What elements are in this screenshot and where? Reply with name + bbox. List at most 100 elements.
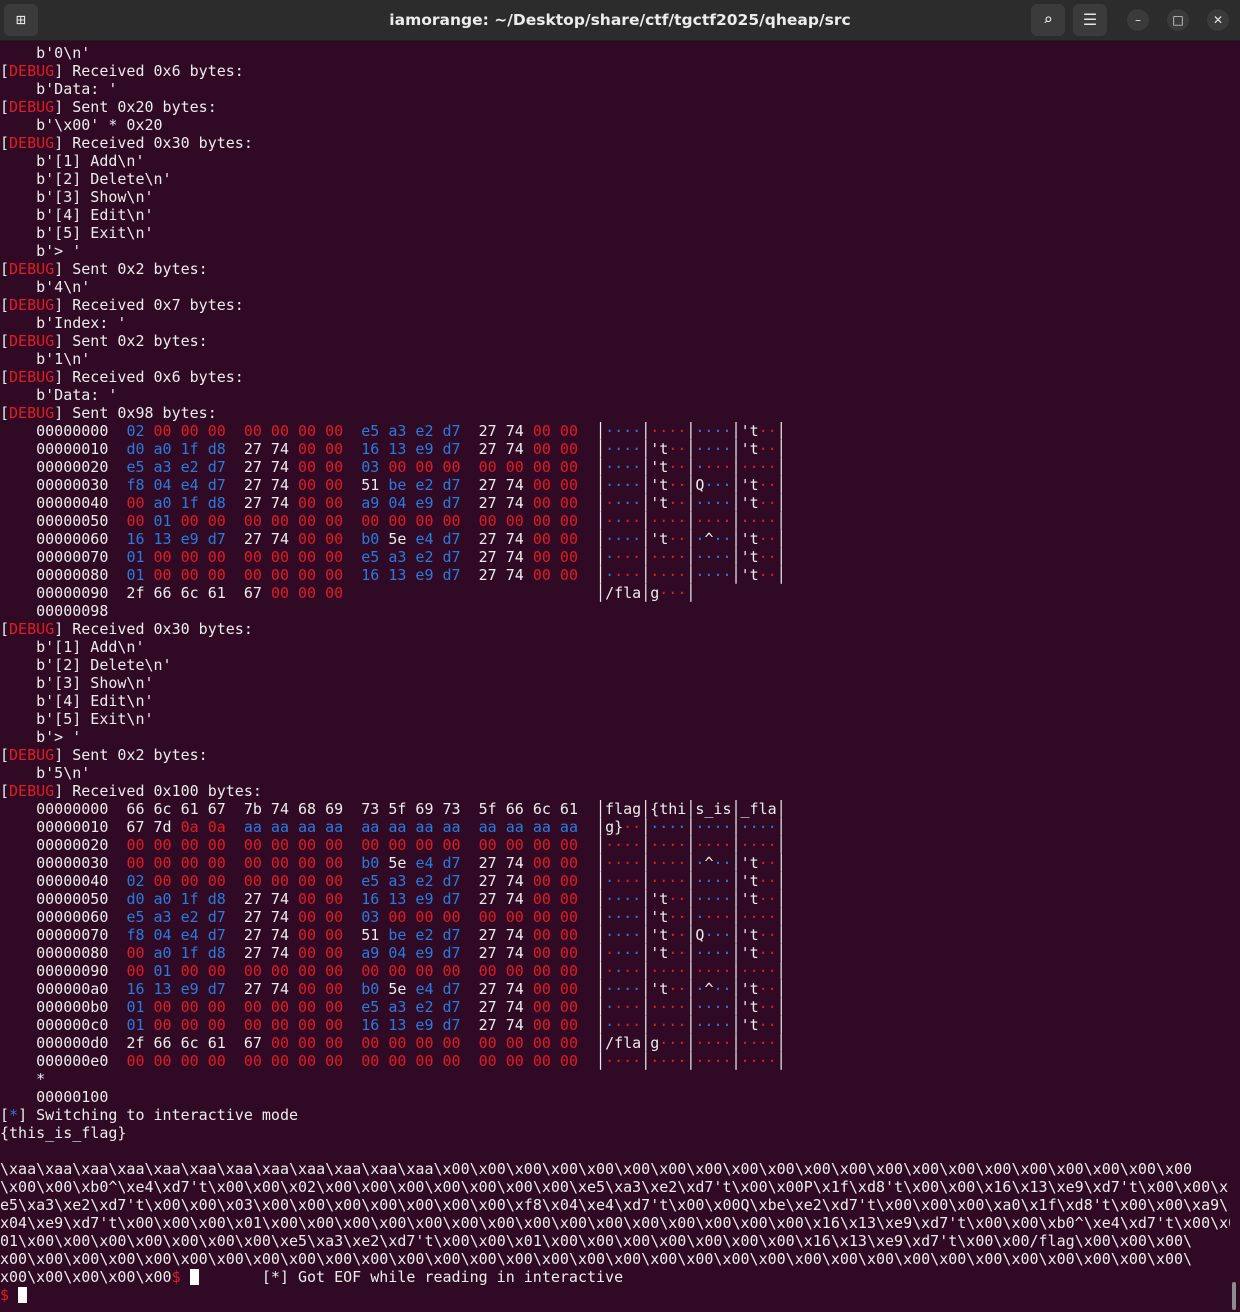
terminal-text: 01 bbox=[126, 998, 154, 1016]
terminal-text: e5 a3 e2 d7 bbox=[126, 908, 244, 926]
terminal-text: ···· bbox=[650, 962, 687, 980]
terminal-text: 00000040 bbox=[0, 494, 127, 512]
terminal-text: 27 74 bbox=[478, 530, 533, 548]
terminal-line: 00000080 01 00 00 00 00 00 00 00 16 13 e… bbox=[0, 566, 1230, 584]
terminal-text: 00 00 bbox=[532, 854, 578, 872]
terminal-line: b'[3] Show\n' bbox=[0, 188, 1230, 206]
terminal-line: b'1\n' bbox=[0, 350, 1230, 368]
terminal-line: b'[2] Delete\n' bbox=[0, 656, 1230, 674]
terminal-text: │ bbox=[641, 494, 651, 512]
terminal-text: │ bbox=[641, 998, 651, 1016]
terminal-line: [*] Switching to interactive mode bbox=[0, 1106, 1230, 1124]
terminal-text: · bbox=[605, 548, 615, 566]
terminal-text: · bbox=[605, 494, 615, 512]
minimize-icon[interactable]: – bbox=[1127, 9, 1149, 31]
terminal-line: 000000c0 01 00 00 00 00 00 00 00 16 13 e… bbox=[0, 1016, 1230, 1034]
scrollbar-thumb[interactable] bbox=[1232, 1282, 1236, 1310]
terminal-text: ·· bbox=[668, 980, 687, 998]
terminal-text: │ bbox=[578, 530, 606, 548]
terminal-text: 51 bbox=[361, 476, 389, 494]
terminal-line: b'[1] Add\n' bbox=[0, 638, 1230, 656]
terminal-text: ···· bbox=[695, 836, 732, 854]
terminal-text: ·· bbox=[668, 944, 687, 962]
terminal-text: 00 00 bbox=[532, 566, 578, 584]
terminal-line: 000000a0 16 13 e9 d7 27 74 00 00 b0 5e e… bbox=[0, 980, 1230, 998]
terminal-text: │ bbox=[641, 1016, 651, 1034]
terminal-text: 27 74 bbox=[478, 998, 533, 1016]
terminal-text: · bbox=[605, 512, 615, 530]
terminal-text: 't bbox=[740, 944, 759, 962]
terminal-text: ··· bbox=[614, 872, 642, 890]
terminal-text: │ bbox=[776, 890, 786, 908]
terminal-text: DEBUG bbox=[9, 134, 55, 152]
terminal-text: 27 74 bbox=[478, 1016, 533, 1034]
terminal-line: b'[5] Exit\n' bbox=[0, 710, 1230, 728]
terminal-text: │ bbox=[776, 440, 786, 458]
terminal-text: │ bbox=[641, 854, 651, 872]
maximize-icon[interactable]: □ bbox=[1167, 9, 1189, 31]
terminal-text: │ bbox=[641, 926, 651, 944]
terminal-text: DEBUG bbox=[9, 782, 55, 800]
terminal-text: 00 00 bbox=[298, 926, 362, 944]
terminal-text: ] Received 0x30 bytes: bbox=[54, 134, 253, 152]
terminal-text: 't bbox=[650, 530, 669, 548]
terminal-text: 't bbox=[740, 530, 759, 548]
terminal-text: e5 a3 e2 d7 bbox=[361, 422, 479, 440]
terminal-text: DEBUG bbox=[9, 620, 55, 638]
terminal-text: ···· bbox=[695, 818, 732, 836]
terminal-text: 16 13 e9 d7 bbox=[361, 440, 479, 458]
terminal-text: ···· bbox=[605, 836, 642, 854]
terminal-text: a0 1f d8 bbox=[153, 944, 244, 962]
terminal-text: 't bbox=[650, 890, 669, 908]
terminal-text: e5\xa3\xe2\xd7't\x00\x00\x03\x00\x00\x00… bbox=[0, 1196, 1229, 1214]
terminal-text: b0 bbox=[361, 854, 389, 872]
terminal-text: │ bbox=[776, 1016, 786, 1034]
terminal-text: b0 bbox=[361, 530, 389, 548]
terminal-text: 16 13 e9 d7 bbox=[126, 980, 244, 998]
terminal-text: 00 00 bbox=[298, 908, 362, 926]
terminal-text: f8 04 e4 d7 bbox=[126, 476, 244, 494]
terminal-text: ] Sent 0x20 bytes: bbox=[54, 98, 217, 116]
terminal-text: │ bbox=[776, 422, 786, 440]
terminal-text: ·· bbox=[758, 422, 777, 440]
terminal-line: 00000100 bbox=[0, 1088, 1230, 1106]
terminal-text: ···· bbox=[695, 440, 732, 458]
terminal-text: ···· bbox=[695, 512, 732, 530]
terminal-line: b'[5] Exit\n' bbox=[0, 224, 1230, 242]
terminal-output[interactable]: b'0\n' [DEBUG] Received 0x6 bytes: b'Data… bbox=[0, 44, 1230, 1312]
terminal-text: b'[2] Delete\n' bbox=[0, 656, 172, 674]
terminal-text: │ bbox=[776, 998, 786, 1016]
search-icon[interactable]: ⌕ bbox=[1031, 4, 1065, 36]
terminal-text: 00 00 00 00 00 00 00 bbox=[153, 872, 362, 890]
close-icon[interactable]: ✕ bbox=[1207, 9, 1229, 31]
terminal-text: [ bbox=[0, 98, 10, 116]
menu-icon[interactable]: ☰ bbox=[1073, 4, 1107, 36]
terminal-text: DEBUG bbox=[9, 62, 55, 80]
terminal-text: * bbox=[0, 1070, 46, 1088]
terminal-text: 00000040 bbox=[0, 872, 127, 890]
terminal-text: e5 a3 e2 d7 bbox=[361, 998, 479, 1016]
terminal-text: 't bbox=[740, 872, 759, 890]
terminal-text: │ bbox=[731, 440, 741, 458]
terminal-text: │ bbox=[577, 1052, 606, 1070]
terminal-text: DEBUG bbox=[9, 332, 55, 350]
terminal-text: DEBUG bbox=[9, 296, 55, 314]
terminal-text: ··· bbox=[614, 1016, 642, 1034]
terminal-text: 51 bbox=[361, 926, 389, 944]
terminal-text: · bbox=[605, 998, 615, 1016]
terminal-line: 00000040 02 00 00 00 00 00 00 00 e5 a3 e… bbox=[0, 872, 1230, 890]
terminal-text: ·· bbox=[758, 566, 777, 584]
terminal-text: │ bbox=[731, 1016, 741, 1034]
terminal-text: │ bbox=[731, 548, 741, 566]
terminal-line: 000000e0 00 00 00 00 00 00 00 00 00 00 0… bbox=[0, 1052, 1230, 1070]
terminal-text: 00 00 00 00 00 00 00 bbox=[153, 548, 362, 566]
terminal-text: ·· bbox=[668, 494, 687, 512]
terminal-text: ···· bbox=[740, 908, 777, 926]
terminal-text: 00000070 bbox=[0, 548, 127, 566]
terminal-text: 00000010 bbox=[0, 440, 127, 458]
terminal-text: 00 00 bbox=[298, 944, 362, 962]
terminal-text: ·· bbox=[758, 998, 777, 1016]
terminal-line: b'Data: ' bbox=[0, 80, 1230, 98]
terminal-text: │ bbox=[578, 494, 606, 512]
